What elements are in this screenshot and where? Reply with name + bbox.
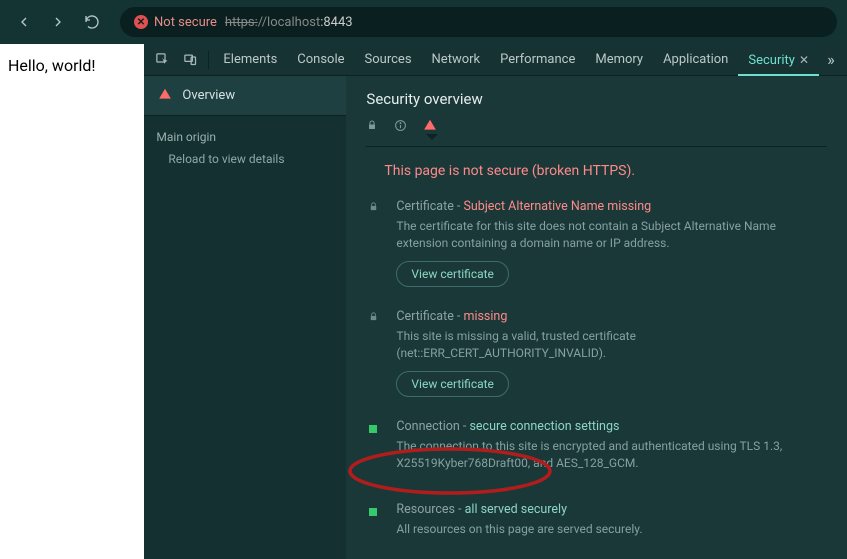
tab-performance[interactable]: Performance	[490, 44, 585, 76]
not-secure-label: Not secure	[154, 15, 217, 30]
close-icon[interactable]: ✕	[799, 53, 809, 67]
security-item-resources: Resources - all served securelyAll resou…	[366, 502, 827, 546]
view-certificate-button[interactable]: View certificate	[396, 261, 509, 287]
security-overview-title: Security overview	[366, 90, 827, 108]
nav-forward-button[interactable]	[44, 8, 72, 36]
info-icon	[394, 119, 407, 136]
device-toolbar-button[interactable]	[176, 46, 204, 74]
device-icon	[183, 52, 198, 67]
item-description: The certificate for this site does not c…	[396, 218, 827, 253]
page-body-text: Hello, world!	[8, 56, 96, 75]
security-item-cert-missing: Certificate - missingThis site is missin…	[366, 309, 827, 397]
caret-down-icon	[426, 134, 438, 140]
item-label: Certificate	[396, 309, 453, 324]
secure-indicator-icon	[369, 508, 377, 516]
arrow-left-icon	[16, 14, 32, 30]
tab-elements[interactable]: Elements	[213, 44, 287, 76]
devtools-panel: Elements Console Sources Network Perform…	[144, 44, 847, 559]
security-sidebar: Overview Main origin Reload to view deta…	[144, 76, 346, 559]
warning-triangle-icon	[158, 87, 172, 105]
arrow-right-icon	[50, 14, 66, 30]
tab-memory[interactable]: Memory	[585, 44, 653, 76]
view-certificate-button[interactable]: View certificate	[396, 371, 509, 397]
lock-icon	[368, 201, 379, 287]
tab-security-label: Security	[748, 53, 795, 68]
security-item-connection: Connection - secure connection settingsT…	[366, 419, 827, 481]
item-status: missing	[463, 309, 507, 324]
url-text: https://localhost:8443	[225, 15, 353, 30]
not-secure-badge[interactable]: ✕ Not secure	[134, 15, 217, 30]
security-overview-button[interactable]: Overview	[144, 76, 346, 116]
page-content: Hello, world!	[0, 44, 144, 559]
lock-icon	[368, 311, 379, 397]
secure-indicator-icon	[369, 425, 377, 433]
not-secure-icon: ✕	[134, 15, 148, 29]
security-status-icons	[366, 118, 827, 136]
address-bar[interactable]: ✕ Not secure https://localhost:8443	[120, 7, 837, 37]
reload-hint: Reload to view details	[144, 148, 346, 170]
lock-icon	[366, 119, 378, 135]
item-status: all served securely	[465, 502, 567, 517]
reload-icon	[84, 14, 100, 30]
tab-console[interactable]: Console	[287, 44, 354, 76]
tab-application[interactable]: Application	[653, 44, 738, 76]
url-port: :8443	[320, 15, 352, 30]
tab-network[interactable]: Network	[422, 44, 491, 76]
security-headline: This page is not secure (broken HTTPS).	[366, 163, 827, 179]
browser-toolbar: ✕ Not secure https://localhost:8443	[0, 0, 847, 44]
main-origin-header: Main origin	[144, 116, 346, 148]
item-status: secure connection settings	[469, 419, 619, 434]
inspect-element-button[interactable]	[148, 46, 176, 74]
devtools-tabs: Elements Console Sources Network Perform…	[144, 44, 847, 76]
item-label: Resources	[396, 502, 455, 517]
tab-security[interactable]: Security ✕	[738, 44, 819, 76]
item-description: All resources on this page are served se…	[396, 521, 827, 538]
url-host: //localhost	[258, 15, 320, 30]
url-scheme: https:	[225, 15, 258, 30]
item-label: Certificate	[396, 199, 453, 214]
item-status: Subject Alternative Name missing	[463, 199, 651, 214]
tabs-overflow-button[interactable]: »	[819, 50, 843, 69]
tab-separator	[208, 51, 209, 69]
tab-sources[interactable]: Sources	[355, 44, 422, 76]
item-description: This site is missing a valid, trusted ce…	[396, 328, 827, 363]
nav-reload-button[interactable]	[78, 8, 106, 36]
item-label: Connection	[396, 419, 459, 434]
item-description: The connection to this site is encrypted…	[396, 438, 827, 473]
divider	[366, 146, 827, 147]
security-item-cert-san: Certificate - Subject Alternative Name m…	[366, 199, 827, 287]
inspect-icon	[155, 52, 170, 67]
security-detail: Security overview This page is not secur…	[346, 76, 847, 559]
nav-back-button[interactable]	[10, 8, 38, 36]
overview-label: Overview	[182, 88, 235, 103]
